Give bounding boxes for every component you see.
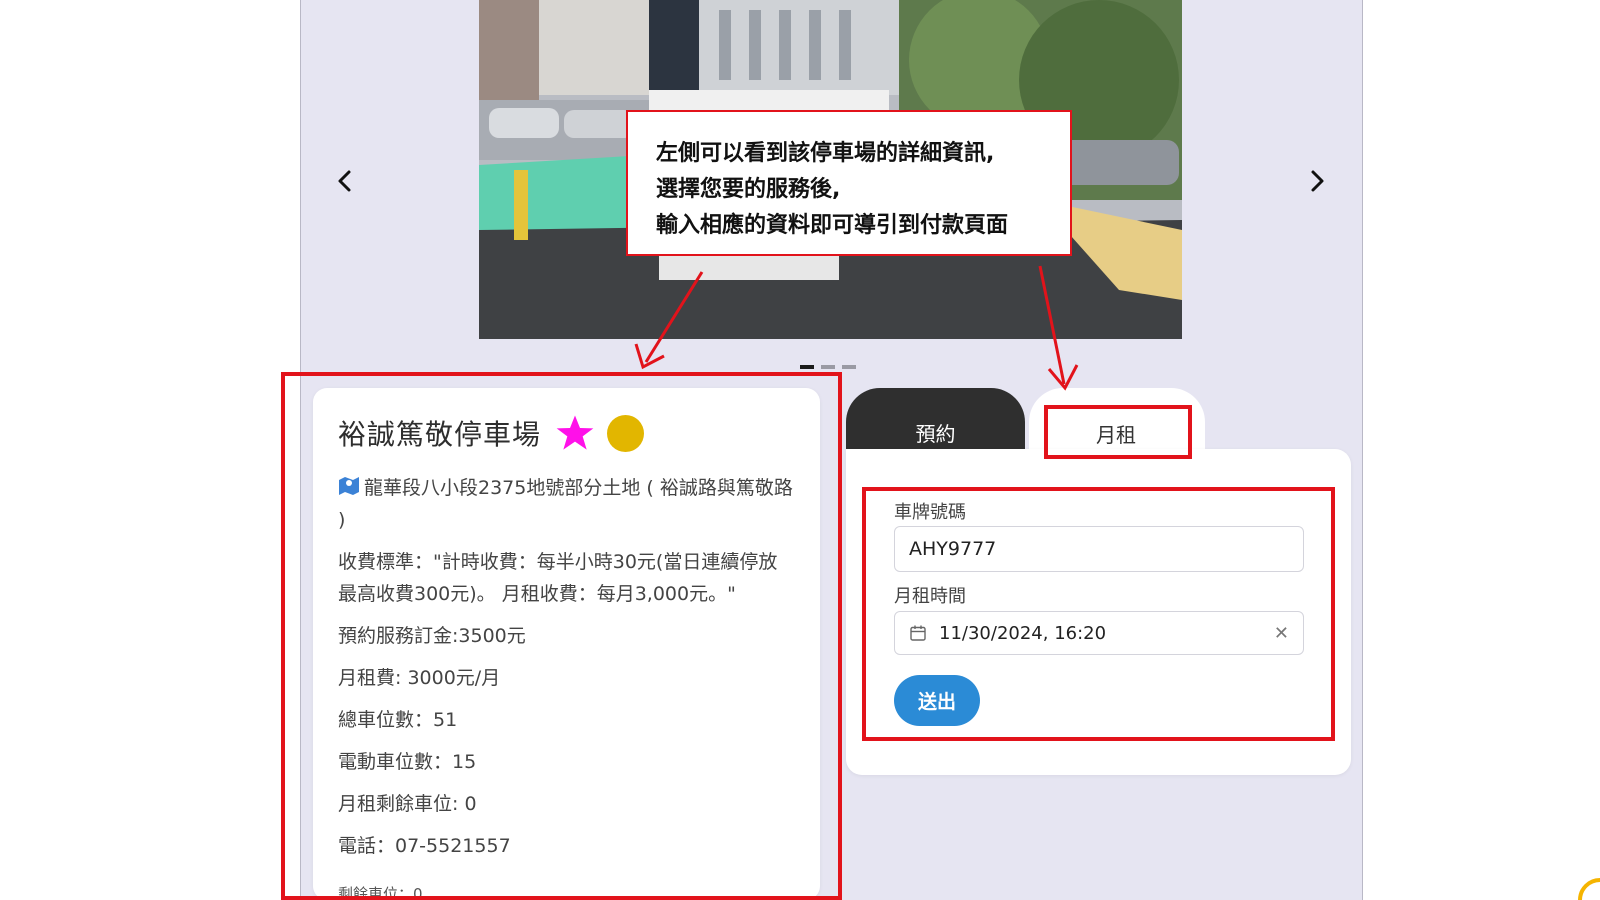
rental-time-value: 11/30/2024, 16:20	[939, 622, 1107, 644]
annotation-line: 選擇您要的服務後,	[656, 177, 841, 202]
map-icon	[339, 477, 359, 495]
tab-reservation[interactable]: 預約	[846, 388, 1025, 450]
carousel-dot[interactable]	[800, 365, 814, 369]
chevron-left-icon	[338, 170, 351, 192]
plate-label: 車牌號碼	[894, 502, 966, 523]
annotation-line: 左側可以看到該停車場的詳細資訊,	[656, 141, 995, 166]
address-text: 龍華段八小段2375地號部分土地 ( 裕誠路與篤敬路 )	[338, 477, 793, 531]
carousel-dot[interactable]	[821, 365, 835, 369]
tab-reservation-label: 預約	[915, 421, 956, 446]
annotation-line: 輸入相應的資料即可導引到付款頁面	[656, 213, 1009, 238]
submit-button[interactable]: 送出	[894, 675, 980, 726]
chevron-right-icon	[1311, 170, 1324, 192]
corner-accent	[1578, 878, 1600, 900]
carousel-next-button[interactable]	[1299, 163, 1335, 199]
star-icon[interactable]	[555, 413, 595, 453]
carousel-prev-button[interactable]	[327, 163, 363, 199]
total-spaces: 總車位數：51	[338, 709, 458, 731]
rental-time-input[interactable]: 11/30/2024, 16:20 ✕	[894, 611, 1304, 655]
clear-icon[interactable]: ✕	[1274, 623, 1289, 644]
carousel-indicators	[800, 365, 856, 369]
monthly-remaining: 月租剩餘車位: 0	[338, 793, 477, 815]
ev-spaces: 電動車位數：15	[338, 751, 477, 773]
address: 龍華段八小段2375地號部分土地 ( 裕誠路與篤敬路 )	[338, 472, 795, 536]
monthly-fee: 月租費: 3000元/月	[338, 667, 501, 689]
carousel-dot[interactable]	[842, 365, 856, 369]
plate-input[interactable]	[894, 526, 1304, 572]
fee-standard: 收費標準："計時收費：每半小時30元(當日連續停放最高收費300元)。 月租收費…	[338, 551, 778, 605]
time-label: 月租時間	[894, 586, 966, 607]
remaining-spaces: 剩餘車位：0	[338, 885, 423, 900]
status-circle-icon	[607, 414, 645, 452]
tab-monthly-label[interactable]: 月租	[1096, 419, 1136, 448]
title-row: 裕誠篤敬停車場	[338, 412, 795, 454]
deposit: 預約服務訂金:3500元	[338, 625, 526, 647]
calendar-icon	[910, 625, 926, 641]
phone: 電話：07-5521557	[338, 835, 511, 857]
parking-info-card: 裕誠篤敬停車場 龍華段八小段2375地號部分土地 ( 裕誠路與篤敬路 ) 收費標…	[313, 388, 820, 900]
annotation-callout: 左側可以看到該停車場的詳細資訊, 選擇您要的服務後, 輸入相應的資料即可導引到付…	[626, 110, 1072, 256]
lot-name: 裕誠篤敬停車場	[338, 418, 542, 451]
